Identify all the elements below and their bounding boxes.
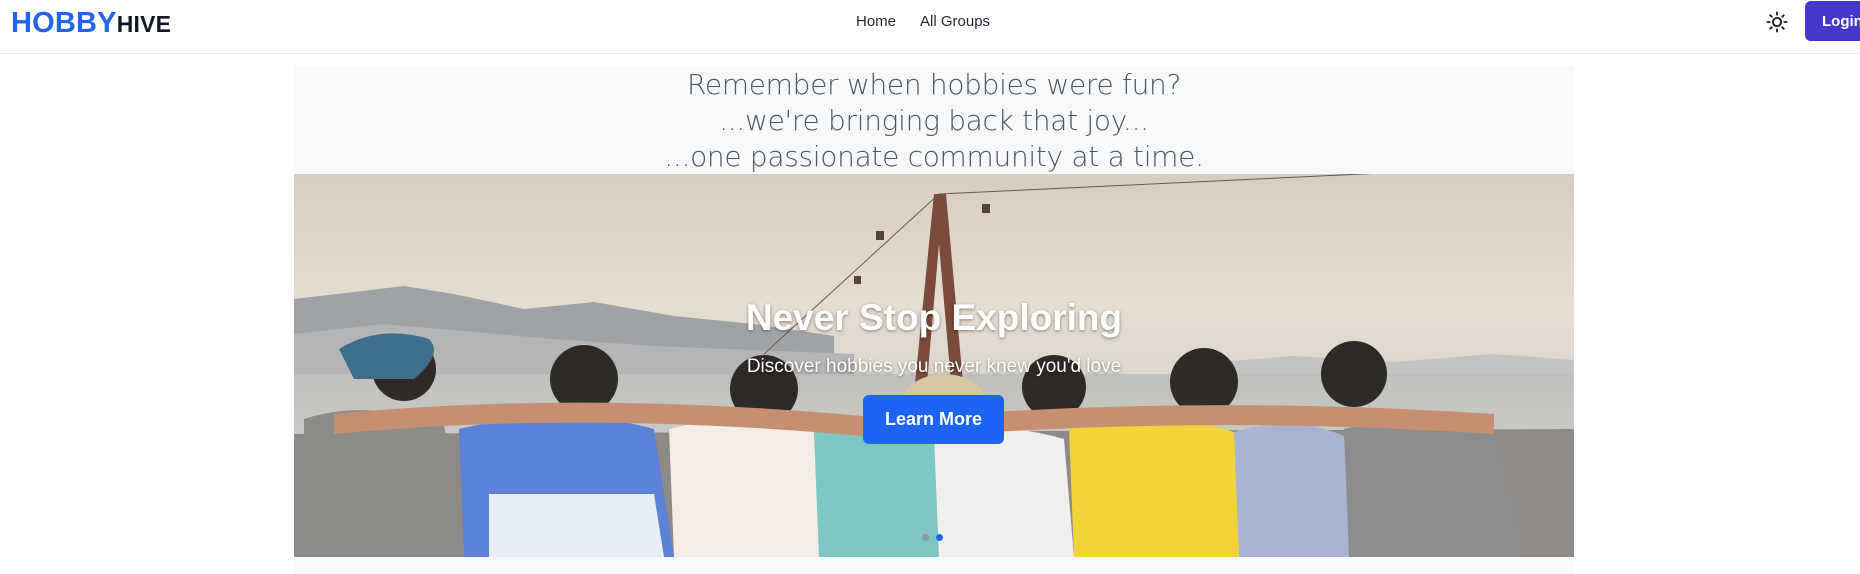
carousel-dot-1[interactable] (922, 534, 929, 541)
hero-title: Never Stop Exploring (745, 297, 1123, 338)
nav-links: Home All Groups (856, 12, 990, 32)
section-bottom-strip (294, 557, 1574, 574)
learn-more-button[interactable]: Learn More (863, 395, 1004, 444)
theme-toggle-button[interactable] (1764, 9, 1790, 35)
sun-icon (1766, 11, 1788, 33)
tagline-panel: Remember when hobbies were fun? ...we're… (294, 66, 1574, 174)
logo-hive-text: HIVE (116, 11, 172, 37)
tagline-line-2: ...we're bringing back that joy... (719, 104, 1149, 137)
login-button[interactable]: Login (1805, 1, 1860, 41)
hero-subtitle: Discover hobbies you never knew you'd lo… (746, 356, 1122, 377)
nav-link-all-groups[interactable]: All Groups (920, 12, 990, 32)
navbar: HOBBY HIVE Home All Groups Login (0, 0, 1860, 54)
nav-link-home[interactable]: Home (856, 12, 896, 32)
carousel-indicators (922, 534, 943, 541)
logo-hobby-text: HOBBY (11, 7, 117, 39)
hero-carousel: Never Stop Exploring Discover hobbies yo… (294, 174, 1574, 557)
tagline-line-3: ...one passionate community at a time. (664, 140, 1204, 173)
carousel-dot-2[interactable] (936, 534, 943, 541)
tagline-line-1: Remember when hobbies were fun? (686, 68, 1182, 101)
logo[interactable]: HOBBY HIVE (11, 7, 172, 39)
